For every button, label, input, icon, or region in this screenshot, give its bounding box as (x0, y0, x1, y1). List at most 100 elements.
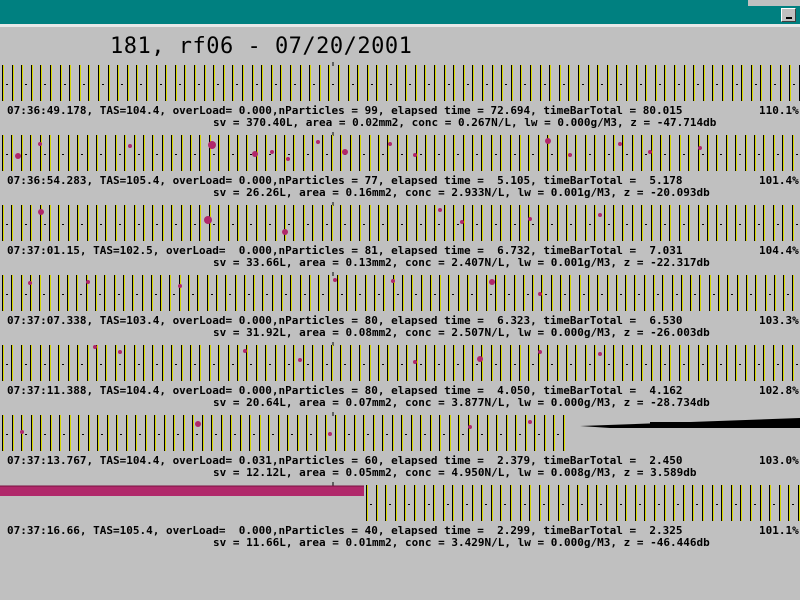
particle-timebar-yellow (445, 135, 446, 171)
particle-timebar-yellow (482, 135, 483, 171)
particle-timebar-yellow (13, 415, 14, 451)
particle-dash (62, 154, 64, 155)
particle-timebar (312, 205, 313, 241)
particle-timebar-yellow (515, 275, 516, 311)
particle-timebar (481, 345, 482, 381)
particle-timebar-yellow (468, 275, 469, 311)
particle-timebar-yellow (260, 415, 261, 451)
particle-timebar (252, 65, 253, 101)
particle-dash (194, 224, 196, 225)
particle-timebar (585, 205, 586, 241)
particle-timebar-yellow (717, 205, 718, 241)
particle-timebar-yellow (689, 345, 690, 381)
particle-timebar (387, 205, 388, 241)
particle-timebar (792, 205, 793, 241)
particle-timebar-yellow (285, 135, 286, 171)
particle-timebar-yellow (790, 65, 791, 101)
particle-timebar (143, 345, 144, 381)
particle-timebar (160, 275, 161, 311)
particle-timebar (763, 135, 764, 171)
particle-timebar-yellow (379, 345, 380, 381)
particle-timebar (523, 275, 524, 311)
particle-timebar (2, 135, 3, 171)
particle-timebar-yellow (69, 135, 70, 171)
particle-image (204, 216, 212, 224)
particle-timebar (272, 275, 273, 311)
particle-timebar (31, 65, 32, 101)
particle-timebar (319, 65, 320, 101)
particle-timebar (575, 205, 576, 241)
particle-dash (44, 364, 46, 365)
particle-timebar-yellow (482, 205, 483, 241)
particle-timebar (664, 65, 665, 101)
particle-timebar-yellow (288, 415, 289, 451)
particle-timebar (105, 135, 106, 171)
particle-dash (777, 224, 779, 225)
particle-timebar (397, 345, 398, 381)
particle-timebar-yellow (576, 345, 577, 381)
particle-timebar-yellow (245, 275, 246, 311)
particle-image (316, 140, 320, 144)
particle-timebar-yellow (478, 415, 479, 451)
particle-timebar (726, 135, 727, 171)
particle-timebar (30, 345, 31, 381)
particle-timebar-yellow (670, 345, 671, 381)
particle-dash (332, 84, 334, 85)
particle-timebar (98, 65, 99, 101)
particle-timebar (280, 65, 281, 101)
particle-dash (508, 294, 510, 295)
particle-timebar (21, 135, 22, 171)
particle-timebar-yellow (579, 65, 580, 101)
particle-timebar (49, 205, 50, 241)
particle-timebar-yellow (598, 65, 599, 101)
particle-timebar-yellow (713, 65, 714, 101)
particle-timebar-yellow (313, 135, 314, 171)
particle-dash (158, 434, 160, 435)
particle-timebar (783, 275, 784, 311)
particle-timebar (369, 205, 370, 241)
particle-timebar (96, 205, 97, 241)
particle-timebar (228, 135, 229, 171)
particle-timebar (76, 275, 77, 311)
particle-dash (697, 84, 699, 85)
particle-timebar-yellow (3, 135, 4, 171)
particle-timebar (585, 345, 586, 381)
minimize-button[interactable] (781, 8, 796, 22)
particle-timebar (188, 275, 189, 311)
particle-dash (773, 504, 775, 505)
particle-timebar (721, 485, 722, 521)
particle-dash (796, 364, 798, 365)
particle-timebar (632, 135, 633, 171)
particle-timebar (472, 65, 473, 101)
particle-timebar-yellow (182, 205, 183, 241)
particle-timebar (468, 415, 469, 451)
particle-timebar (482, 65, 483, 101)
particle-dash (564, 294, 566, 295)
particle-dash (678, 84, 680, 85)
particle-timebar (782, 205, 783, 241)
particle-dash (702, 364, 704, 365)
particle-timebar-yellow (783, 205, 784, 241)
particle-timebar (779, 485, 780, 521)
particle-timebar (616, 275, 617, 311)
particle-dash (514, 154, 516, 155)
particle-timebar-yellow (266, 205, 267, 241)
particle-timebar-yellow (22, 345, 23, 381)
particle-dash (664, 224, 666, 225)
particle-dash (160, 84, 162, 85)
particle-timebar (123, 275, 124, 311)
particle-dash (378, 294, 380, 295)
particle-timebar-yellow (387, 65, 388, 101)
particle-dash (551, 224, 553, 225)
particle-timebar-yellow (326, 415, 327, 451)
particle-timebar-yellow (185, 65, 186, 101)
particle-dash (6, 224, 8, 225)
particle-timebar (510, 205, 511, 241)
particle-timebar (575, 135, 576, 171)
particle-timebar (692, 485, 693, 521)
particle-dash (175, 154, 177, 155)
particle-timebar-yellow (347, 275, 348, 311)
particle-timebar (463, 345, 464, 381)
particle-timebar-yellow (70, 415, 71, 451)
particle-image (270, 150, 274, 154)
